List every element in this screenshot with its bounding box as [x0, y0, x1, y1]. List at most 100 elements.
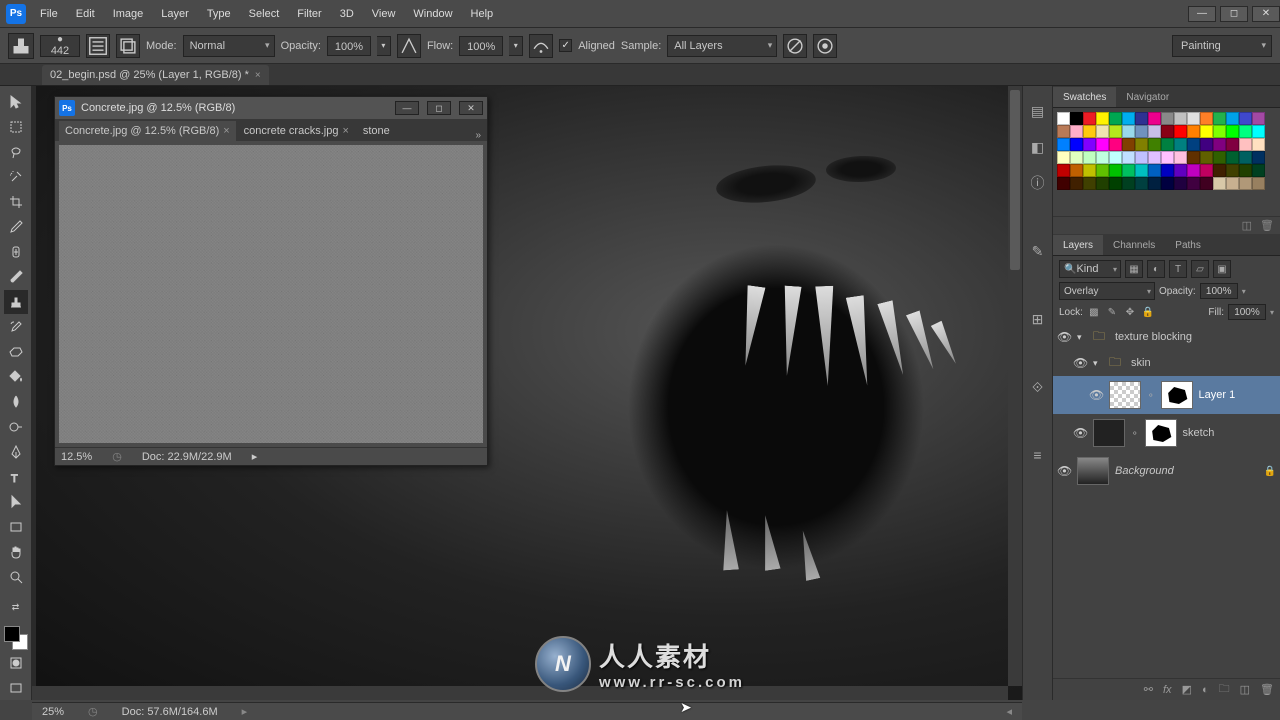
- color-swatch[interactable]: [4, 626, 28, 650]
- swatch-color[interactable]: [1213, 125, 1226, 138]
- window-minimize-button[interactable]: —: [1188, 6, 1216, 22]
- swatch-color[interactable]: [1057, 151, 1070, 164]
- swatch-color[interactable]: [1200, 164, 1213, 177]
- swatch-color[interactable]: [1057, 112, 1070, 125]
- swatch-color[interactable]: [1187, 138, 1200, 151]
- layers-tab[interactable]: Layers: [1053, 235, 1103, 255]
- swatch-color[interactable]: [1083, 125, 1096, 138]
- filter-adjust-icon[interactable]: ◐: [1147, 260, 1165, 278]
- swatch-color[interactable]: [1252, 164, 1265, 177]
- swatch-color[interactable]: [1200, 138, 1213, 151]
- status-more-icon[interactable]: ▸: [242, 705, 248, 718]
- lock-pixels-icon[interactable]: ✎: [1105, 305, 1119, 319]
- swatch-color[interactable]: [1070, 151, 1083, 164]
- pen-tool[interactable]: [4, 440, 28, 464]
- floating-tab-cracks[interactable]: concrete cracks.jpg×: [238, 121, 355, 141]
- document-tab[interactable]: 02_begin.psd @ 25% (Layer 1, RGB/8) * ×: [42, 65, 269, 85]
- menu-edit[interactable]: Edit: [68, 4, 103, 24]
- swatches-tab[interactable]: Swatches: [1053, 87, 1116, 107]
- dodge-tool[interactable]: [4, 415, 28, 439]
- filter-shape-icon[interactable]: ▱: [1191, 260, 1209, 278]
- swatch-color[interactable]: [1213, 151, 1226, 164]
- blend-mode-select[interactable]: Normal: [183, 35, 275, 57]
- shape-tool[interactable]: [4, 515, 28, 539]
- link-layers-button[interactable]: ⚯: [1144, 683, 1153, 696]
- horizontal-scrollbar[interactable]: [32, 686, 1008, 700]
- layer-thumbnail[interactable]: [1077, 457, 1109, 485]
- swatch-color[interactable]: [1096, 164, 1109, 177]
- swatch-color[interactable]: [1174, 151, 1187, 164]
- floating-window-close[interactable]: ✕: [459, 101, 483, 115]
- marquee-tool[interactable]: [4, 115, 28, 139]
- clone-source-panel-icon[interactable]: ⟐: [1029, 378, 1047, 396]
- menu-select[interactable]: Select: [241, 4, 288, 24]
- layer-thumbnail[interactable]: [1093, 419, 1125, 447]
- swatch-color[interactable]: [1148, 177, 1161, 190]
- swatch-color[interactable]: [1213, 138, 1226, 151]
- swatch-color[interactable]: [1226, 177, 1239, 190]
- opacity-dropdown[interactable]: ▾: [377, 36, 391, 56]
- swatch-color[interactable]: [1187, 177, 1200, 190]
- pressure-size-button[interactable]: [813, 34, 837, 58]
- swatch-color[interactable]: [1226, 125, 1239, 138]
- swatch-color[interactable]: [1213, 112, 1226, 125]
- brush-panel-icon[interactable]: ✎: [1029, 242, 1047, 260]
- swatch-color[interactable]: [1122, 125, 1135, 138]
- layer-filter-kind-select[interactable]: 🔍 Kind: [1059, 260, 1121, 278]
- move-tool[interactable]: [4, 90, 28, 114]
- swatch-color[interactable]: [1083, 164, 1096, 177]
- eyedropper-tool[interactable]: [4, 215, 28, 239]
- swatch-color[interactable]: [1096, 112, 1109, 125]
- swatch-color[interactable]: [1252, 177, 1265, 190]
- swatch-color[interactable]: [1161, 138, 1174, 151]
- mask-link-icon[interactable]: ⚬: [1147, 390, 1155, 401]
- brush-tool[interactable]: [4, 265, 28, 289]
- swatch-color[interactable]: [1083, 138, 1096, 151]
- layer-row[interactable]: 👁▾🗀texture blocking: [1053, 324, 1280, 350]
- swatch-color[interactable]: [1057, 177, 1070, 190]
- layer-mask-thumbnail[interactable]: [1145, 419, 1177, 447]
- filter-type-icon[interactable]: T: [1169, 260, 1187, 278]
- swatch-color[interactable]: [1174, 164, 1187, 177]
- swatch-color[interactable]: [1148, 164, 1161, 177]
- adjustment-layer-button[interactable]: ◐: [1202, 684, 1209, 696]
- menu-layer[interactable]: Layer: [153, 4, 197, 24]
- swatch-color[interactable]: [1200, 177, 1213, 190]
- swatch-color[interactable]: [1187, 151, 1200, 164]
- path-selection-tool[interactable]: [4, 490, 28, 514]
- flow-dropdown[interactable]: ▾: [509, 36, 523, 56]
- layer-visibility-icon[interactable]: 👁: [1057, 464, 1071, 478]
- swatch-color[interactable]: [1122, 112, 1135, 125]
- menu-view[interactable]: View: [364, 4, 404, 24]
- menu-help[interactable]: Help: [463, 4, 502, 24]
- color-panel-icon[interactable]: ◧: [1029, 138, 1047, 156]
- eraser-tool[interactable]: [4, 340, 28, 364]
- zoom-tool[interactable]: [4, 565, 28, 589]
- lock-all-icon[interactable]: 🔒: [1141, 305, 1155, 319]
- swatch-color[interactable]: [1252, 112, 1265, 125]
- lock-transparency-icon[interactable]: ▩: [1087, 305, 1101, 319]
- ignore-adjustment-button[interactable]: [783, 34, 807, 58]
- layer-row[interactable]: 👁⚬sketch: [1053, 414, 1280, 452]
- brush-preset-picker[interactable]: ●442: [40, 35, 80, 57]
- layer-name[interactable]: skin: [1131, 357, 1151, 369]
- swatch-color[interactable]: [1161, 112, 1174, 125]
- swatch-color[interactable]: [1161, 125, 1174, 138]
- layer-visibility-icon[interactable]: 👁: [1057, 330, 1071, 344]
- swatch-color[interactable]: [1109, 164, 1122, 177]
- swatch-color[interactable]: [1239, 125, 1252, 138]
- swatch-color[interactable]: [1109, 151, 1122, 164]
- delete-swatch-button[interactable]: 🗑: [1260, 219, 1274, 232]
- floating-zoom-icon[interactable]: ◷: [112, 450, 122, 463]
- floating-status-more[interactable]: ▸: [252, 450, 258, 463]
- brush-presets-panel-icon[interactable]: ⊞: [1029, 310, 1047, 328]
- airbrush-button[interactable]: [529, 34, 553, 58]
- flow-input[interactable]: 100%: [459, 36, 503, 56]
- opacity-input[interactable]: 100%: [327, 36, 371, 56]
- layer-name[interactable]: sketch: [1183, 427, 1215, 439]
- window-close-button[interactable]: ✕: [1252, 6, 1280, 22]
- swatch-color[interactable]: [1161, 177, 1174, 190]
- layer-mask-thumbnail[interactable]: [1161, 381, 1193, 409]
- crop-tool[interactable]: [4, 190, 28, 214]
- swatch-color[interactable]: [1239, 164, 1252, 177]
